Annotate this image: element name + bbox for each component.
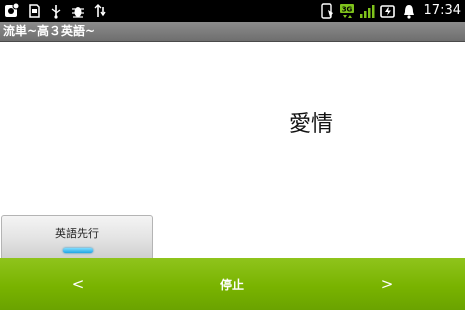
bottom-nav-bar: < 停止 > xyxy=(0,258,465,310)
screen: 3G 17:34 流単~高３英語~ 愛情 英語先行 < 停止 > xyxy=(0,0,465,310)
signal-icon xyxy=(359,3,375,19)
previous-button[interactable]: < xyxy=(30,258,126,310)
title-bar: 流単~高３英語~ xyxy=(0,22,465,42)
phone-icon xyxy=(319,3,335,19)
stop-button[interactable]: 停止 xyxy=(184,258,280,310)
3g-icon: 3G xyxy=(339,3,354,19)
3g-label: 3G xyxy=(341,6,352,14)
usb-icon xyxy=(48,3,64,19)
status-bar: 3G 17:34 xyxy=(0,0,465,22)
status-time: 17:34 xyxy=(423,3,461,18)
usb-tether-icon xyxy=(92,3,108,19)
mode-toggle-label: 英語先行 xyxy=(55,227,99,240)
status-right-icons: 3G 17:34 xyxy=(319,2,461,20)
debug-bug-icon xyxy=(70,3,86,19)
app-notification-icon xyxy=(4,3,20,19)
sd-card-icon xyxy=(26,3,42,19)
app-title: 流単~高３英語~ xyxy=(3,24,96,38)
alarm-icon xyxy=(401,3,417,19)
flashcard-word: 愛情 xyxy=(289,112,334,137)
status-left-icons xyxy=(4,2,108,20)
mode-toggle-button[interactable]: 英語先行 xyxy=(1,215,153,260)
mode-toggle-indicator xyxy=(63,248,93,253)
battery-icon xyxy=(379,3,396,19)
next-button[interactable]: > xyxy=(339,258,435,310)
